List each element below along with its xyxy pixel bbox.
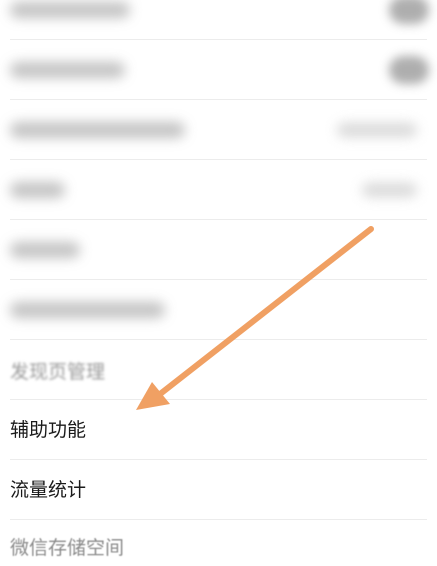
blurred-label (10, 302, 165, 318)
toggle-switch[interactable] (389, 56, 429, 84)
settings-item-discover-page[interactable]: 发现页管理 (0, 340, 437, 400)
blurred-value (362, 183, 417, 197)
blurred-row-4[interactable] (0, 160, 437, 220)
blurred-label (10, 122, 185, 138)
settings-screen: 发现页管理 辅助功能 流量统计 微信存储空间 (0, 0, 437, 566)
settings-item-accessibility[interactable]: 辅助功能 (0, 400, 437, 460)
blurred-row-5[interactable] (0, 220, 437, 280)
blurred-row-6[interactable] (0, 280, 437, 340)
settings-item-data-usage[interactable]: 流量统计 (0, 460, 437, 520)
blurred-label (10, 242, 80, 258)
blurred-label (10, 2, 130, 18)
settings-item-label: 微信存储空间 (10, 537, 125, 559)
toggle-switch[interactable] (389, 0, 429, 24)
blurred-row-2[interactable] (0, 40, 437, 100)
settings-item-label: 辅助功能 (10, 419, 87, 441)
blurred-label (10, 182, 65, 198)
blurred-value (337, 123, 417, 137)
settings-item-label: 流量统计 (10, 479, 87, 501)
settings-item-label: 发现页管理 (10, 361, 106, 383)
blurred-row-1[interactable] (0, 0, 437, 40)
blurred-label (10, 62, 125, 78)
settings-item-storage[interactable]: 微信存储空间 (0, 520, 437, 566)
blurred-row-3[interactable] (0, 100, 437, 160)
